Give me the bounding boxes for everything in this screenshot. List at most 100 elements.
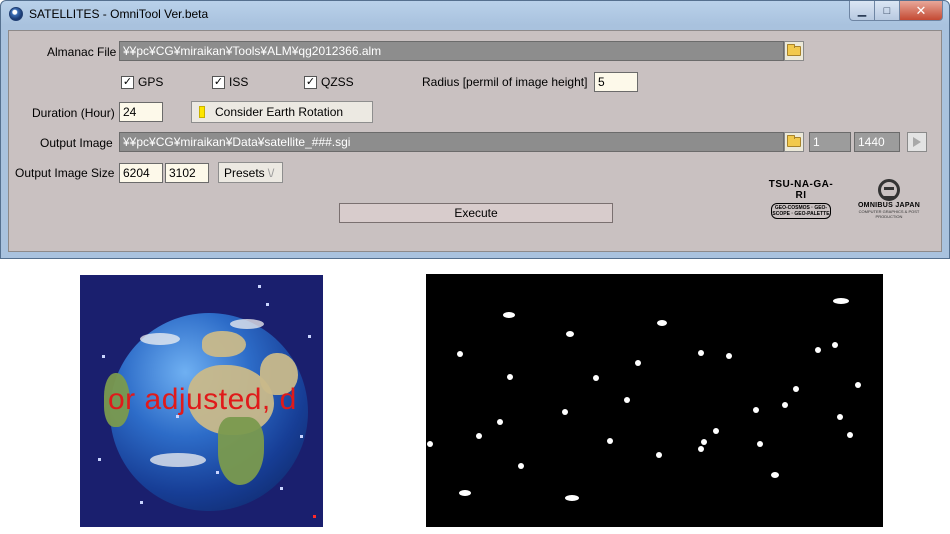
iss-checkbox[interactable]: ✓ ISS xyxy=(212,74,248,90)
satellite-dot xyxy=(216,471,219,474)
satellite-dot xyxy=(562,409,568,415)
qzss-checkbox[interactable]: ✓ QZSS xyxy=(304,74,354,90)
satellite-dot xyxy=(656,452,662,458)
output-image-input[interactable]: ¥¥pc¥CG¥miraikan¥Data¥satellite_###.sgi xyxy=(119,132,784,152)
satellite-dot xyxy=(753,407,759,413)
gps-checkbox-label: GPS xyxy=(138,75,164,89)
frame-end-input[interactable]: 1440 xyxy=(854,132,900,152)
execute-button[interactable]: Execute xyxy=(339,203,613,223)
satellite-dot xyxy=(503,312,515,318)
satellite-dots-svg xyxy=(427,298,861,501)
satellite-dot xyxy=(782,402,788,408)
satellite-render-preview xyxy=(426,274,883,527)
satellite-dot xyxy=(837,414,843,420)
cloud xyxy=(140,333,180,345)
cloud xyxy=(230,319,264,329)
satellite-dot xyxy=(657,320,667,326)
satellite-dot xyxy=(258,285,261,288)
qzss-checkbox-box[interactable]: ✓ xyxy=(304,75,317,89)
satellite-dot xyxy=(457,351,463,357)
radius-input[interactable]: 5 xyxy=(594,72,638,92)
radius-label: Radius [permil of image height] xyxy=(422,75,588,89)
satellite-dot xyxy=(140,501,143,504)
satellite-dot xyxy=(565,495,579,501)
satellite-dot xyxy=(476,433,482,439)
satellite-dot xyxy=(607,438,613,444)
satellite-dot xyxy=(459,490,471,496)
frame-start-input[interactable]: 1 xyxy=(809,132,851,152)
presets-label: Presets xyxy=(224,165,265,180)
qzss-checkbox-label: QZSS xyxy=(321,75,354,89)
almanac-file-input[interactable]: ¥¥pc¥CG¥miraikan¥Tools¥ALM¥qg2012366.alm xyxy=(119,41,784,61)
satellite-dot xyxy=(832,342,838,348)
satellite-dot xyxy=(300,435,303,438)
omnibus-mark-icon xyxy=(878,179,900,201)
window-title: SATELLITES - OmniTool Ver.beta xyxy=(29,7,209,21)
app-window: SATELLITES - OmniTool Ver.beta ▁ □ ✕ Alm… xyxy=(0,0,950,259)
cloud xyxy=(150,453,206,467)
height-input[interactable]: 3102 xyxy=(165,163,209,183)
width-input[interactable]: 6204 xyxy=(119,163,163,183)
chevron-down-icon: \/ xyxy=(267,165,275,180)
satellite-dot xyxy=(266,303,269,306)
output-size-label: Output Image Size xyxy=(15,166,115,180)
satellite-dot xyxy=(771,472,779,478)
earth-preview-image: or adjusted, d xyxy=(80,275,323,527)
satellite-dot xyxy=(497,419,503,425)
consider-earth-rotation-toggle[interactable]: Consider Earth Rotation xyxy=(191,101,373,123)
satellite-dot xyxy=(698,446,704,452)
satellite-dot-red xyxy=(313,515,316,518)
close-button[interactable]: ✕ xyxy=(900,1,943,21)
tsunagari-logo-sub: GEO-COSMOS · GEO-SCOPE · GEO-PALETTE xyxy=(771,203,831,219)
omnibus-logo-text: OMNIBUS JAPAN xyxy=(857,202,921,209)
satellite-dot xyxy=(833,298,849,304)
satellite-dot xyxy=(507,374,513,380)
satellite-dot xyxy=(855,382,861,388)
almanac-file-label: Almanac File xyxy=(47,45,117,59)
satellite-dot xyxy=(427,441,433,447)
play-icon xyxy=(913,137,921,147)
satellite-dot xyxy=(757,441,763,447)
satellite-dot xyxy=(176,415,179,418)
folder-icon xyxy=(787,135,801,147)
africa-south-landmass xyxy=(218,417,264,485)
tsunagari-logo-text: TSU-NA-GA-RI xyxy=(768,179,834,201)
satellite-dot xyxy=(793,386,799,392)
minimize-button[interactable]: ▁ xyxy=(849,1,875,21)
presets-dropdown[interactable]: Presets \/ xyxy=(218,162,283,183)
satellite-dot xyxy=(698,350,704,356)
tsunagari-logo: TSU-NA-GA-RI GEO-COSMOS · GEO-SCOPE · GE… xyxy=(765,179,837,219)
iss-checkbox-label: ISS xyxy=(229,75,249,89)
europe-landmass xyxy=(202,331,246,357)
title-bar[interactable]: SATELLITES - OmniTool Ver.beta ▁ □ ✕ xyxy=(1,1,949,28)
satellite-dot xyxy=(726,353,732,359)
satellite-dot xyxy=(280,487,283,490)
satellite-dot xyxy=(102,355,105,358)
satellite-dot xyxy=(815,347,821,353)
app-globe-icon xyxy=(9,7,23,21)
caption-buttons: ▁ □ ✕ xyxy=(849,1,943,21)
satellite-dot xyxy=(566,331,574,337)
earth-overlay-text: or adjusted, d xyxy=(108,383,297,416)
almanac-browse-button[interactable] xyxy=(784,41,804,61)
gps-checkbox-box[interactable]: ✓ xyxy=(121,75,134,89)
folder-icon xyxy=(787,44,801,56)
satellite-dot xyxy=(635,360,641,366)
satellite-dot xyxy=(308,335,311,338)
satellite-dot xyxy=(847,432,853,438)
satellite-dot xyxy=(593,375,599,381)
maximize-button[interactable]: □ xyxy=(875,1,900,21)
omnibus-logo-sub: COMPUTER GRAPHICS & POST PRODUCTION xyxy=(858,209,920,219)
satellite-dot xyxy=(624,397,630,403)
gps-checkbox[interactable]: ✓ GPS xyxy=(121,74,163,90)
satellite-dot xyxy=(98,458,101,461)
satellite-dot xyxy=(518,463,524,469)
duration-label: Duration (Hour) xyxy=(32,106,115,120)
consider-earth-rotation-label: Consider Earth Rotation xyxy=(215,105,344,119)
play-button[interactable] xyxy=(907,132,927,152)
satellite-dot xyxy=(713,428,719,434)
output-browse-button[interactable] xyxy=(784,132,804,152)
iss-checkbox-box[interactable]: ✓ xyxy=(212,75,225,89)
duration-input[interactable]: 24 xyxy=(119,102,163,122)
satellite-dot xyxy=(701,439,707,445)
